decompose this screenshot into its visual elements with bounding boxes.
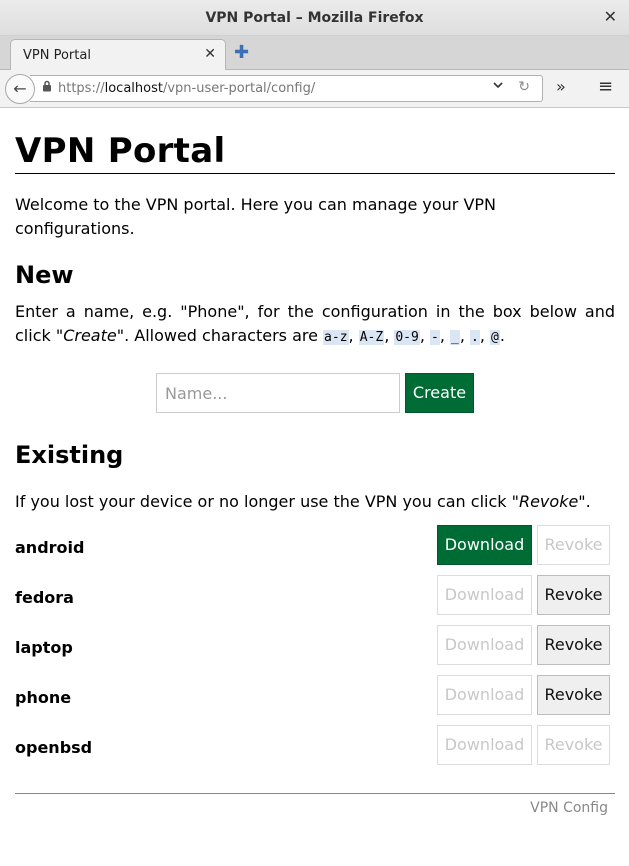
new-instructions-text-2: ". Allowed characters are: [116, 326, 324, 345]
allowed-chars-digits: 0-9: [394, 330, 420, 345]
allowed-char-dot: .: [470, 330, 480, 345]
url-path: /vpn-user-portal/config/: [162, 81, 316, 96]
allowed-char-underscore: _: [450, 330, 460, 345]
allowed-chars-lower: a-z: [323, 330, 349, 345]
tab-close-icon[interactable]: ✕: [204, 46, 216, 62]
url-host: localhost: [104, 81, 163, 96]
config-list: android Download Revoke fedora Download …: [15, 524, 615, 774]
allowed-chars-upper: A-Z: [358, 330, 385, 345]
back-arrow-icon: ←: [13, 79, 27, 98]
revoke-button[interactable]: Revoke: [537, 625, 610, 665]
url-bar[interactable]: https://localhost/vpn-user-portal/config…: [30, 75, 543, 102]
page-footer: VPN Config: [15, 793, 615, 833]
create-emphasis: Create: [63, 326, 117, 345]
config-row: laptop Download Revoke: [15, 624, 615, 674]
download-button[interactable]: Download: [437, 525, 532, 565]
back-button[interactable]: ←: [5, 74, 35, 104]
footer-text: VPN Config: [530, 800, 608, 816]
existing-instructions-text: If you lost your device or no longer use…: [15, 492, 519, 511]
page-title: VPN Portal: [15, 131, 615, 174]
existing-instructions-text-2: ".: [578, 492, 591, 511]
config-name: laptop: [15, 638, 73, 657]
window-titlebar: VPN Portal – Mozilla Firefox ✕: [0, 0, 629, 36]
overflow-icon[interactable]: »: [556, 77, 566, 96]
new-tab-icon[interactable]: ✚: [234, 42, 249, 63]
new-config-form: Create: [15, 373, 615, 413]
tab-strip: VPN Portal ✕ ✚: [0, 36, 629, 70]
hamburger-menu-icon[interactable]: ≡: [598, 76, 613, 97]
welcome-text: Welcome to the VPN portal. Here you can …: [15, 195, 497, 238]
config-name: android: [15, 538, 85, 557]
close-window-icon[interactable]: ✕: [604, 7, 617, 26]
download-button[interactable]: Download: [437, 725, 532, 765]
new-heading: New: [15, 261, 74, 289]
window-title: VPN Portal – Mozilla Firefox: [205, 10, 424, 26]
revoke-button[interactable]: Revoke: [537, 525, 610, 565]
revoke-button[interactable]: Revoke: [537, 675, 610, 715]
tab-vpn-portal[interactable]: VPN Portal ✕: [10, 39, 226, 70]
config-name: openbsd: [15, 738, 93, 757]
create-button[interactable]: Create: [405, 373, 474, 413]
download-button[interactable]: Download: [437, 625, 532, 665]
tab-label: VPN Portal: [23, 48, 91, 63]
config-name: phone: [15, 688, 72, 707]
navigation-bar: https://localhost/vpn-user-portal/config…: [0, 70, 629, 108]
allowed-char-at: @: [490, 330, 500, 345]
allowed-char-dash: -: [430, 330, 440, 345]
download-button[interactable]: Download: [437, 575, 532, 615]
lock-icon: [42, 80, 52, 95]
url-dropdown-icon[interactable]: [492, 79, 504, 95]
config-row: phone Download Revoke: [15, 674, 615, 724]
page-content: VPN Portal Welcome to the VPN portal. He…: [15, 108, 615, 833]
revoke-button[interactable]: Revoke: [537, 575, 610, 615]
new-instructions: Enter a name, e.g. "Phone", for the conf…: [15, 302, 615, 345]
config-row: openbsd Download Revoke: [15, 724, 615, 774]
existing-instructions: If you lost your device or no longer use…: [15, 490, 615, 514]
config-name: fedora: [15, 588, 74, 607]
existing-heading: Existing: [15, 441, 124, 469]
revoke-emphasis: Revoke: [518, 492, 579, 511]
reload-icon[interactable]: ↻: [518, 79, 530, 95]
revoke-button[interactable]: Revoke: [537, 725, 610, 765]
config-row: android Download Revoke: [15, 524, 615, 574]
download-button[interactable]: Download: [437, 675, 532, 715]
url-prefix: https://: [58, 81, 105, 96]
url-text: https://localhost/vpn-user-portal/config…: [58, 81, 315, 96]
config-name-input[interactable]: [156, 373, 400, 413]
config-row: fedora Download Revoke: [15, 574, 615, 624]
